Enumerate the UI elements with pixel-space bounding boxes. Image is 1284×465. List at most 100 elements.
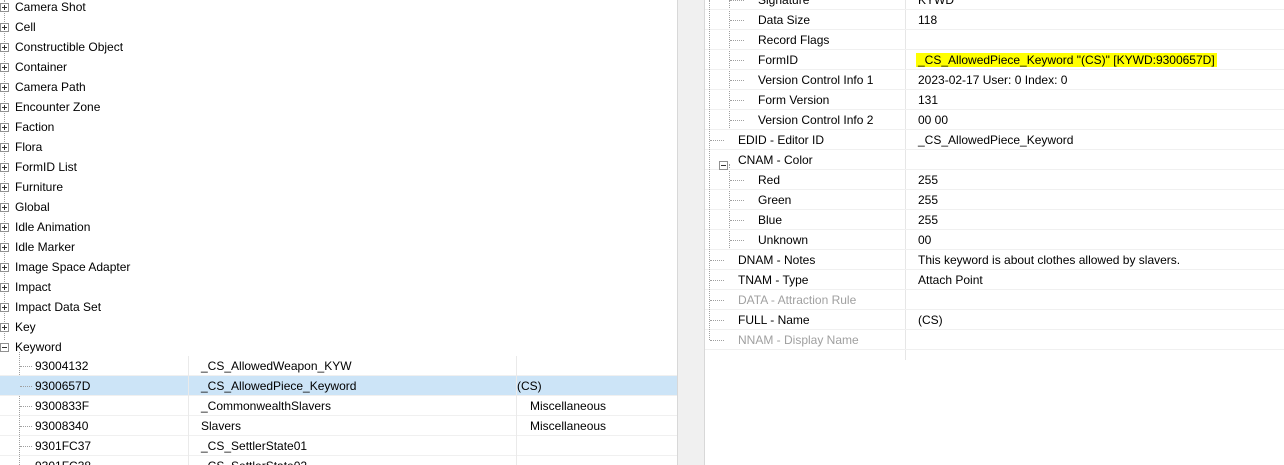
expand-icon[interactable] bbox=[0, 3, 9, 12]
tree-category-idle-animation[interactable]: Idle Animation bbox=[0, 217, 677, 237]
tree-category-label: Impact bbox=[15, 280, 52, 294]
record-row[interactable]: 9301FC37 _CS_SettlerState01 bbox=[0, 436, 677, 456]
field-name: Signature bbox=[758, 0, 810, 7]
tree-connector-line bbox=[710, 320, 724, 321]
tree-category-container[interactable]: Container bbox=[0, 57, 677, 77]
pane-splitter[interactable] bbox=[677, 0, 705, 465]
record-details-pane[interactable]: Signature KYWD Data Size 118 Record Flag… bbox=[705, 0, 1284, 465]
tree-category-faction[interactable]: Faction bbox=[0, 117, 677, 137]
tree-category-impact-data-set[interactable]: Impact Data Set bbox=[0, 297, 677, 317]
expand-icon[interactable] bbox=[0, 43, 9, 52]
tree-category-label: Key bbox=[15, 320, 36, 334]
tree-category-keyword[interactable]: Keyword bbox=[0, 337, 677, 357]
record-row[interactable]: 93004132 _CS_AllowedWeapon_KYW bbox=[0, 356, 677, 376]
tree-category-label: Furniture bbox=[15, 180, 64, 194]
tree-connector-line bbox=[730, 100, 744, 101]
record-formid: 9300657D bbox=[35, 379, 91, 393]
field-row-version-control-2[interactable]: Version Control Info 2 00 00 bbox=[705, 110, 1284, 130]
record-row[interactable]: 93008340 Slavers Miscellaneous bbox=[0, 416, 677, 436]
record-name: (CS) bbox=[517, 379, 542, 393]
field-row-unknown[interactable]: Unknown 00 bbox=[705, 230, 1284, 250]
field-row-edid[interactable]: EDID - Editor ID _CS_AllowedPiece_Keywor… bbox=[705, 130, 1284, 150]
field-value: 131 bbox=[918, 93, 939, 107]
record-formid: 9301FC38 bbox=[35, 456, 91, 465]
tree-category-label: Idle Marker bbox=[15, 240, 76, 254]
expand-icon[interactable] bbox=[0, 163, 9, 172]
tree-category-impact[interactable]: Impact bbox=[0, 277, 677, 297]
tree-connector-line bbox=[709, 0, 710, 340]
field-row-form-version[interactable]: Form Version 131 bbox=[705, 90, 1284, 110]
record-formid: 9301FC37 bbox=[35, 439, 92, 453]
tree-category-label: Camera Path bbox=[15, 80, 86, 94]
field-row-signature[interactable]: Signature KYWD bbox=[705, 0, 1284, 10]
field-name: Green bbox=[758, 193, 792, 207]
record-editor-id: _CS_AllowedPiece_Keyword bbox=[201, 379, 357, 393]
expand-icon[interactable] bbox=[0, 303, 9, 312]
field-value: 2023-02-17 User: 0 Index: 0 bbox=[918, 73, 1068, 87]
field-name: EDID - Editor ID bbox=[738, 133, 825, 147]
record-formid: 9300833F bbox=[35, 399, 90, 413]
tree-category-label: Faction bbox=[15, 120, 55, 134]
tree-category-constructible-object[interactable]: Constructible Object bbox=[0, 37, 677, 57]
field-row-version-control-1[interactable]: Version Control Info 1 2023-02-17 User: … bbox=[705, 70, 1284, 90]
expand-icon[interactable] bbox=[0, 83, 9, 92]
tree-connector-line bbox=[730, 240, 744, 241]
tree-category-global[interactable]: Global bbox=[0, 197, 677, 217]
field-value: 00 bbox=[918, 233, 932, 247]
expand-icon[interactable] bbox=[0, 103, 9, 112]
record-name: Miscellaneous bbox=[530, 419, 607, 433]
tree-category-camera-shot[interactable]: Camera Shot bbox=[0, 0, 677, 17]
field-row-cnam[interactable]: CNAM - Color bbox=[705, 150, 1284, 170]
expand-icon[interactable] bbox=[0, 143, 9, 152]
field-row-record-flags[interactable]: Record Flags bbox=[705, 30, 1284, 50]
field-row-red[interactable]: Red 255 bbox=[705, 170, 1284, 190]
field-name: CNAM - Color bbox=[738, 153, 813, 167]
expand-icon[interactable] bbox=[0, 63, 9, 72]
field-row-tnam[interactable]: TNAM - Type Attach Point bbox=[705, 270, 1284, 290]
field-value: This keyword is about clothes allowed by… bbox=[918, 253, 1181, 267]
expand-icon[interactable] bbox=[0, 123, 9, 132]
tree-category-label: Flora bbox=[15, 140, 43, 154]
tree-connector-line bbox=[710, 340, 724, 341]
field-row-blue[interactable]: Blue 255 bbox=[705, 210, 1284, 230]
expand-icon[interactable] bbox=[0, 203, 9, 212]
tree-category-label: Constructible Object bbox=[15, 40, 124, 54]
record-editor-id: _CommonwealthSlavers bbox=[201, 399, 332, 413]
tree-category-label: Idle Animation bbox=[15, 220, 91, 234]
expand-icon[interactable] bbox=[0, 323, 9, 332]
field-name: Data Size bbox=[758, 13, 811, 27]
tree-category-label: Image Space Adapter bbox=[15, 260, 131, 274]
expand-icon[interactable] bbox=[0, 223, 9, 232]
expand-icon[interactable] bbox=[0, 283, 9, 292]
field-row-data-size[interactable]: Data Size 118 bbox=[705, 10, 1284, 30]
tree-category-key[interactable]: Key bbox=[0, 317, 677, 337]
tree-category-furniture[interactable]: Furniture bbox=[0, 177, 677, 197]
field-row-full[interactable]: FULL - Name (CS) bbox=[705, 310, 1284, 330]
record-row[interactable]: 9301FC38 _CS_SettlerState02 bbox=[0, 456, 677, 465]
field-row-formid[interactable]: FormID _CS_AllowedPiece_Keyword "(CS)" [… bbox=[705, 50, 1284, 70]
expand-icon[interactable] bbox=[0, 243, 9, 252]
tree-category-formid-list[interactable]: FormID List bbox=[0, 157, 677, 177]
record-row-selected[interactable]: 9300657D _CS_AllowedPiece_Keyword (CS) bbox=[0, 376, 677, 396]
field-value: _CS_AllowedPiece_Keyword bbox=[918, 133, 1074, 147]
tree-category-image-space-adapter[interactable]: Image Space Adapter bbox=[0, 257, 677, 277]
field-row-data[interactable]: DATA - Attraction Rule bbox=[705, 290, 1284, 310]
tree-category-encounter-zone[interactable]: Encounter Zone bbox=[0, 97, 677, 117]
expand-icon[interactable] bbox=[0, 23, 9, 32]
field-value-highlighted: _CS_AllowedPiece_Keyword "(CS)" [KYWD:93… bbox=[916, 50, 1217, 70]
record-tree-pane[interactable]: Camera Shot Cell Constructible Object Co… bbox=[0, 0, 677, 465]
expand-icon[interactable] bbox=[0, 183, 9, 192]
tree-category-camera-path[interactable]: Camera Path bbox=[0, 77, 677, 97]
record-row[interactable]: 9300833F _CommonwealthSlavers Miscellane… bbox=[0, 396, 677, 416]
expand-icon[interactable] bbox=[0, 263, 9, 272]
collapse-icon[interactable] bbox=[0, 343, 9, 352]
record-formid: 93008340 bbox=[35, 419, 89, 433]
field-name: Unknown bbox=[758, 233, 809, 247]
tree-category-idle-marker[interactable]: Idle Marker bbox=[0, 237, 677, 257]
field-row-green[interactable]: Green 255 bbox=[705, 190, 1284, 210]
tree-category-cell[interactable]: Cell bbox=[0, 17, 677, 37]
tree-category-flora[interactable]: Flora bbox=[0, 137, 677, 157]
field-row-dnam[interactable]: DNAM - Notes This keyword is about cloth… bbox=[705, 250, 1284, 270]
field-row-nnam[interactable]: NNAM - Display Name bbox=[705, 330, 1284, 350]
field-name: DATA - Attraction Rule bbox=[738, 293, 857, 307]
